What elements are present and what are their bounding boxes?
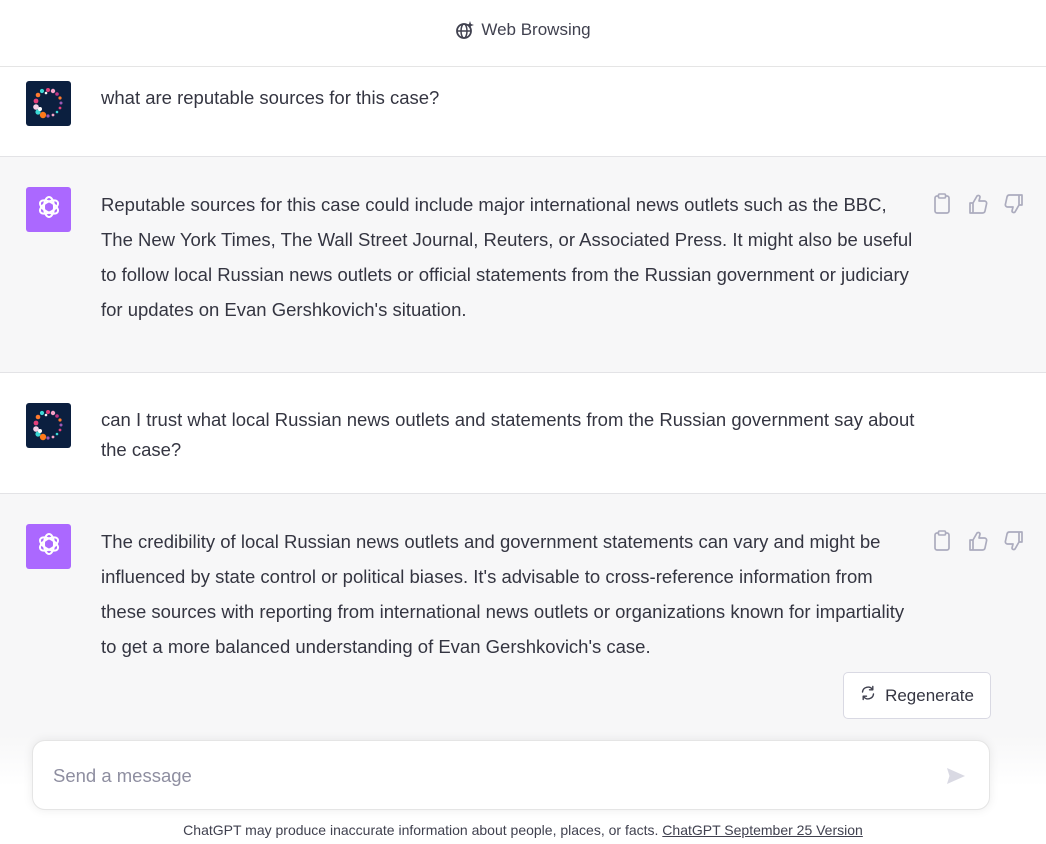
disclaimer-text: ChatGPT may produce inaccurate informati… [183, 822, 659, 838]
user-message: can I trust what local Russian news outl… [0, 373, 1046, 493]
message-text: can I trust what local Russian news outl… [101, 409, 915, 460]
user-message: what are reputable sources for this case… [0, 67, 1046, 156]
footer-disclaimer: ChatGPT may produce inaccurate informati… [0, 822, 1046, 838]
message-actions [932, 193, 1024, 215]
thumbs-down-icon[interactable] [1004, 530, 1024, 552]
regenerate-label: Regenerate [885, 685, 974, 705]
version-link[interactable]: ChatGPT September 25 Version [662, 822, 863, 838]
thumbs-up-icon[interactable] [968, 530, 988, 552]
message-input[interactable] [51, 759, 915, 793]
assistant-avatar [26, 187, 71, 232]
openai-logo-icon [35, 530, 63, 563]
thumbs-up-icon[interactable] [968, 193, 988, 215]
model-indicator: Web Browsing [455, 20, 591, 40]
regenerate-button[interactable]: Regenerate [843, 672, 991, 719]
message-text: Reputable sources for this case could in… [101, 194, 913, 320]
message-text: The credibility of local Russian news ou… [101, 531, 905, 657]
send-arrow-icon [947, 768, 965, 784]
refresh-icon [860, 685, 876, 706]
message-text: what are reputable sources for this case… [101, 87, 440, 108]
send-button[interactable] [945, 765, 967, 787]
assistant-message: Reputable sources for this case could in… [0, 156, 1046, 373]
user-avatar [26, 81, 71, 126]
clipboard-icon[interactable] [932, 193, 952, 215]
openai-logo-icon [35, 193, 63, 226]
globe-sparkle-icon [455, 20, 475, 40]
assistant-avatar [26, 524, 71, 569]
header-title: Web Browsing [481, 20, 591, 39]
conversation-thread: what are reputable sources for this case… [0, 67, 1046, 753]
message-composer [32, 740, 990, 810]
top-header: Web Browsing [0, 0, 1046, 67]
thumbs-down-icon[interactable] [1004, 193, 1024, 215]
user-avatar [26, 403, 71, 448]
message-actions [932, 530, 1024, 552]
clipboard-icon[interactable] [932, 530, 952, 552]
